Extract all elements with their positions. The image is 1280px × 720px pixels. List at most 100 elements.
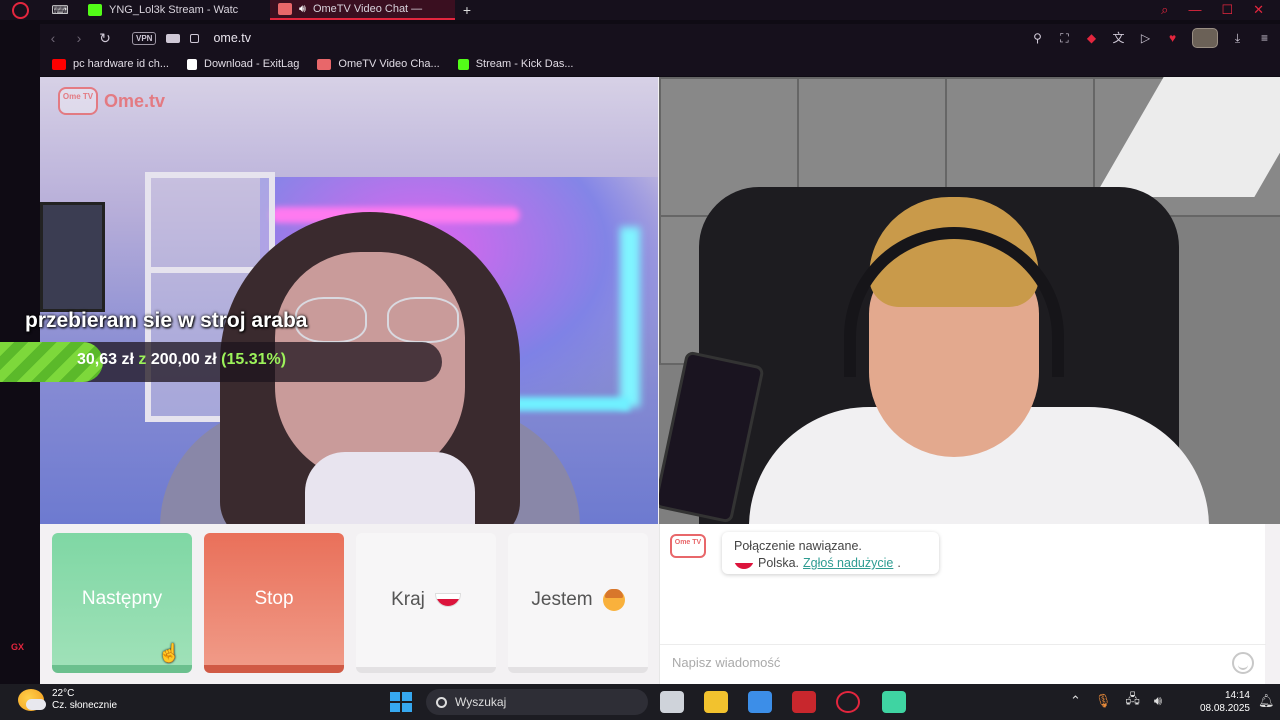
stop-button[interactable]: Stop [204,533,344,673]
country-button[interactable]: Kraj [356,533,496,673]
camera-icon[interactable] [166,33,181,43]
neon-light [620,227,640,407]
partner-country: Polska. [758,556,799,570]
hand-cursor-icon: ☝ [158,643,181,663]
stream-goal-title: przebieram sie w stroj araba [25,309,308,332]
tab-workspace-toggle[interactable]: ⌨ [40,0,80,20]
message-composer [660,644,1266,680]
minimize-icon[interactable]: — [1188,2,1201,18]
download-icon[interactable]: ⤓ [1230,31,1245,45]
weather-widget[interactable]: 22°C Cz. słonecznie [18,688,117,712]
microsoft-store-icon[interactable] [748,691,772,713]
ometv-logo: Ome TV Ome.tv [58,87,165,115]
local-video: Ome TV Ome.tv [40,77,658,524]
pin-icon[interactable]: ⚲ [1030,31,1045,45]
opera-menu-button[interactable] [0,0,40,20]
opera-gx-icon[interactable] [836,691,860,713]
task-view-icon[interactable] [660,691,684,713]
gx-control-button[interactable]: GX [11,642,24,652]
weather-condition: Cz. słonecznie [52,700,118,711]
url-field[interactable]: ome.tv [213,31,251,45]
date: 08.08.2025 [1199,703,1250,714]
windows-taskbar: 22°C Cz. słonecznie Wyszukaj ⌃ 🎙︎ 🖧 🔊︎ 1… [0,684,1280,720]
boy-emoji-icon [602,589,625,611]
system-tray: ⌃ 🎙︎ 🖧 🔊︎ [1070,690,1162,712]
tab-kick-stream[interactable]: YNG_Lol3k Stream - Watc [80,0,270,20]
youtube-icon [52,58,66,70]
stop-label: Stop [254,588,294,609]
glasses [295,297,465,347]
monitor [40,202,105,312]
shield-icon[interactable]: ◆ [1084,31,1099,45]
exitlag-icon [187,58,197,70]
bookmark-item[interactable]: pc hardware id ch... [52,58,169,70]
ometv-tv-icon: Ome TV [670,534,706,558]
heart-icon[interactable]: ♥ [1165,31,1180,45]
tab-bar: ⌨ YNG_Lol3k Stream - Watc 🔊︎ OmeTV Video… [0,0,1280,20]
search-icon [436,696,447,708]
microphone-icon[interactable]: 🎙︎ [1095,693,1112,709]
gender-button[interactable]: Jestem [508,533,648,673]
message-input[interactable] [672,655,1232,670]
tab-ometv[interactable]: 🔊︎ OmeTV Video Chat — [270,0,455,20]
back-icon[interactable]: ‹ [40,30,66,46]
vpn-badge[interactable]: VPN [132,31,157,45]
tv-icon: Ome TV [58,87,98,115]
person-shirt [305,452,475,524]
chevron-up-icon[interactable]: ⌃ [1070,693,1081,709]
system-message: Połączenie nawiązane. Polska. Zgłoś nadu… [722,532,939,574]
snapshot-icon[interactable]: ⛶ [1057,31,1072,45]
address-bar: ‹ › ↻ VPN ome.tv ⚲ ⛶ ◆ 文 ▷ ♥ ⤓ ≡ [40,24,1280,52]
country-label: Kraj [391,589,425,610]
bookmark-label: OmeTV Video Cha... [338,58,440,70]
network-icon[interactable]: 🖧 [1125,690,1140,712]
lock-icon[interactable] [190,33,200,43]
neon-light [510,397,630,411]
bookmark-label: pc hardware id ch... [73,58,169,70]
new-tab-button[interactable]: + [455,2,479,18]
notification-bell-icon[interactable]: 🔔︎ [1258,693,1275,709]
speaker-icon[interactable]: 🔊︎ [299,3,306,16]
ometv-favicon-icon [278,3,292,15]
clock[interactable]: 14:14 08.08.2025 [1186,689,1250,715]
bookmark-label: Download - ExitLag [204,58,300,70]
stream-goal-bar: 30,63 zł z 200,00 zł (15.31%) [0,342,442,382]
kick-icon [457,58,469,70]
gamepad-icon: ⌨ [51,3,69,17]
bookmark-item[interactable]: Download - ExitLag [187,58,299,70]
menu-icon[interactable]: ≡ [1257,31,1272,45]
next-label: Następny [81,588,163,609]
chat-panel: Ome TV Połączenie nawiązane. Polska. Zgł… [659,524,1266,684]
taskbar-search[interactable]: Wyszukaj [426,689,648,715]
kick-favicon-icon [88,4,102,16]
close-icon[interactable]: ✕ [1253,2,1264,18]
forward-icon[interactable]: › [66,30,92,46]
stream-goal-text: 30,63 zł z 200,00 zł (15.31%) [77,351,286,369]
send-icon[interactable]: ▷ [1138,31,1153,45]
bookmark-item[interactable]: Stream - Kick Das... [457,58,574,70]
temperature: 22°C [52,688,75,699]
connection-status: Połączenie nawiązane. [734,539,862,553]
search-tabs-icon[interactable]: ⌕ [1161,2,1168,18]
bookmark-label: Stream - Kick Das... [475,58,574,70]
report-suffix: . [897,556,901,570]
report-abuse-link[interactable]: Zgłoś nadużycie [803,555,893,572]
goal-target: 200,00 zł [150,351,217,368]
emoji-icon[interactable] [1232,651,1254,674]
exitlag-app-icon[interactable] [792,691,816,713]
poland-flag-icon [734,558,754,569]
reload-icon[interactable]: ↻ [92,30,118,47]
profile-avatar[interactable] [1192,28,1218,48]
translate-icon[interactable]: 文 [1111,31,1126,45]
maximize-icon[interactable]: ☐ [1221,2,1233,18]
bookmark-item[interactable]: OmeTV Video Cha... [317,58,440,70]
volume-icon[interactable]: 🔊︎ [1154,693,1162,709]
start-button[interactable] [390,692,412,712]
logo-text: Ome.tv [104,90,166,111]
partly-sunny-icon [18,689,46,711]
poland-flag-icon [434,593,461,607]
search-label: Wyszukaj [455,695,507,709]
discord-like-app-icon[interactable] [882,691,906,713]
file-explorer-icon[interactable] [704,691,728,713]
page-content: Ome TV Ome.tv przebieram sie w stroj ara… [0,77,1280,684]
